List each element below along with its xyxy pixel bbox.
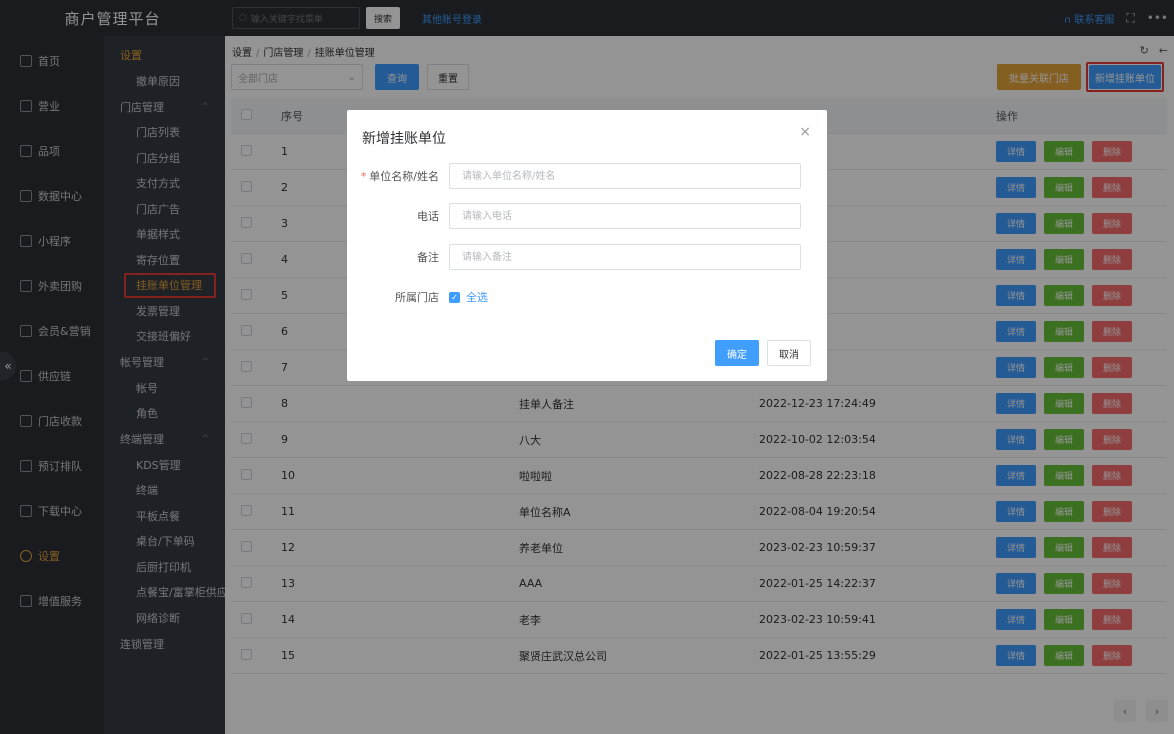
close-icon[interactable]: × xyxy=(799,124,811,140)
note-input[interactable] xyxy=(449,244,801,270)
confirm-button[interactable]: 确定 xyxy=(715,340,759,366)
note-label: 备注 xyxy=(417,251,439,264)
unit-name-input[interactable] xyxy=(449,163,801,189)
store-label: 所属门店 xyxy=(395,291,439,304)
cancel-button[interactable]: 取消 xyxy=(767,340,811,366)
name-label: * 单位名称/姓名 xyxy=(360,170,439,183)
phone-input[interactable] xyxy=(449,203,801,229)
select-all-stores-checkbox[interactable]: ✓ 全选 xyxy=(449,289,488,305)
check-icon: ✓ xyxy=(449,291,460,303)
phone-label: 电话 xyxy=(417,210,439,223)
add-credit-unit-dialog: 新增挂账单位 × *单位名称/姓名 电话 备注 所属门店 ✓ 全选 确定 取消 xyxy=(347,110,827,381)
dialog-title: 新增挂账单位 xyxy=(362,131,446,147)
